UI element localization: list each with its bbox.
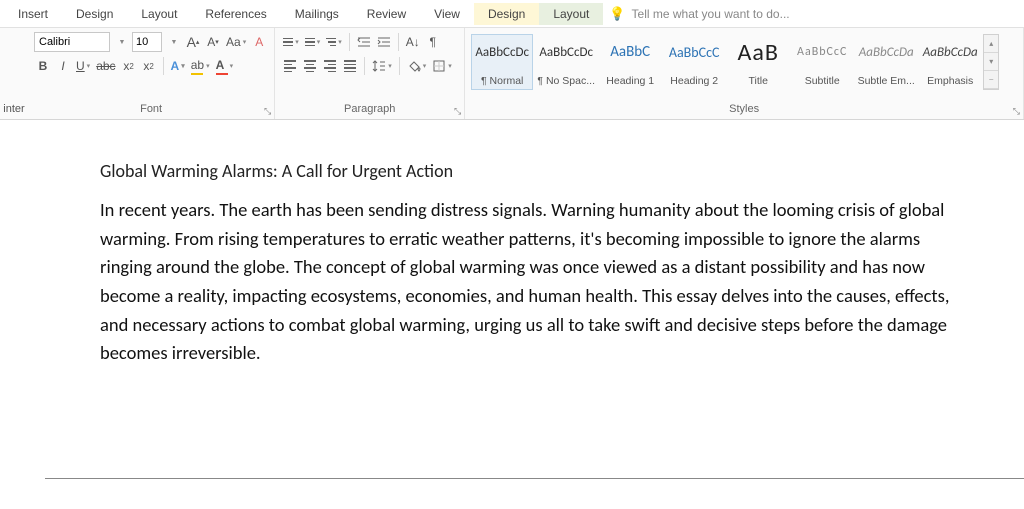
sort-button[interactable]: A↓: [404, 32, 422, 52]
menu-mailings[interactable]: Mailings: [281, 3, 353, 25]
font-group-label: Font: [34, 103, 268, 117]
style-sample: AaBbCcDc: [539, 37, 593, 67]
font-group: ▼ ▼ A▴ A▾ Aa▾ A B I U▾ abc x2 x2 A▾ ab▾ …: [28, 28, 275, 119]
style-box-0[interactable]: AaBbCcDc ¶ Normal: [471, 34, 533, 90]
menu-review[interactable]: Review: [353, 3, 420, 25]
strikethrough-button[interactable]: abc: [94, 56, 117, 76]
shading-button[interactable]: ▾: [405, 56, 429, 76]
tell-me-search[interactable]: 💡 Tell me what you want to do...: [609, 6, 789, 22]
highlight-button[interactable]: ab▾: [189, 56, 212, 76]
show-marks-button[interactable]: ¶: [424, 32, 442, 52]
superscript-button[interactable]: x2: [140, 56, 158, 76]
justify-button[interactable]: [341, 56, 359, 76]
line-spacing-icon: [372, 59, 386, 73]
menu-insert[interactable]: Insert: [4, 3, 62, 25]
clear-formatting-button[interactable]: A: [250, 32, 268, 52]
format-painter-label: inter: [0, 28, 28, 119]
increase-indent-button[interactable]: [375, 32, 393, 52]
document-page[interactable]: Global Warming Alarms: A Call for Urgent…: [55, 140, 1004, 388]
document-title: Global Warming Alarms: A Call for Urgent…: [100, 160, 959, 182]
styles-expand[interactable]: ⎯: [984, 71, 998, 89]
borders-icon: [432, 59, 446, 73]
multilevel-button[interactable]: ▾: [324, 32, 344, 52]
justify-icon: [344, 60, 356, 72]
style-name: Heading 1: [606, 75, 654, 87]
style-name: ¶ Normal: [481, 75, 523, 87]
style-box-1[interactable]: AaBbCcDc ¶ No Spac...: [535, 34, 597, 90]
font-size-dropdown[interactable]: ▼: [164, 32, 182, 52]
document-body: In recent years. The earth has been send…: [100, 196, 959, 368]
font-dialog-launcher[interactable]: ⤡: [264, 106, 271, 117]
paragraph-dialog-launcher[interactable]: ⤡: [454, 106, 461, 117]
menu-layout-addin[interactable]: Layout: [539, 3, 603, 25]
menu-bar: Insert Design Layout References Mailings…: [0, 0, 1024, 28]
style-sample: AaBbCcDc: [475, 37, 529, 67]
style-name: Subtitle: [805, 75, 840, 87]
ribbon: inter ▼ ▼ A▴ A▾ Aa▾ A B I U▾ abc x2 x2 A…: [0, 28, 1024, 120]
style-box-6[interactable]: AaBbCcDa Subtle Em...: [855, 34, 917, 90]
underline-button[interactable]: U▾: [74, 56, 92, 76]
align-center-icon: [304, 60, 316, 72]
style-box-2[interactable]: AaBbC Heading 1: [599, 34, 661, 90]
paragraph-group-label: Paragraph: [281, 103, 458, 117]
lightbulb-icon: 💡: [609, 6, 625, 22]
align-center-button[interactable]: [301, 56, 319, 76]
styles-group: AaBbCcDc¶ NormalAaBbCcDc¶ No Spac...AaBb…: [465, 28, 1024, 119]
styles-scroll: ▴▾⎯: [983, 34, 999, 90]
numbering-icon: [305, 38, 315, 47]
align-left-icon: [284, 60, 296, 72]
styles-scroll-down[interactable]: ▾: [984, 53, 998, 71]
style-box-7[interactable]: AaBbCcDa Emphasis: [919, 34, 981, 90]
indent-icon: [377, 35, 391, 49]
font-color-button[interactable]: A▾: [214, 56, 236, 76]
menu-design[interactable]: Design: [62, 3, 127, 25]
text-effects-button[interactable]: A▾: [169, 56, 187, 76]
paint-bucket-icon: [407, 59, 421, 73]
numbering-button[interactable]: ▾: [303, 32, 323, 52]
bullets-button[interactable]: ▾: [281, 32, 301, 52]
style-box-5[interactable]: AaBbCcC Subtitle: [791, 34, 853, 90]
bullets-icon: [283, 38, 293, 47]
menu-design-addin[interactable]: Design: [474, 3, 539, 25]
menu-layout[interactable]: Layout: [127, 3, 191, 25]
style-sample: AaBbCcDa: [859, 37, 914, 67]
align-left-button[interactable]: [281, 56, 299, 76]
align-right-icon: [324, 60, 336, 72]
multilevel-icon: [326, 38, 336, 47]
bold-button[interactable]: B: [34, 56, 52, 76]
style-sample: AaBbCcC: [669, 37, 720, 67]
page-break-line: [45, 478, 1024, 479]
borders-button[interactable]: ▾: [430, 56, 454, 76]
style-name: Title: [748, 75, 767, 87]
grow-font-button[interactable]: A▴: [184, 32, 202, 52]
style-sample: AaBbCcC: [797, 37, 847, 67]
line-spacing-button[interactable]: ▾: [370, 56, 394, 76]
font-size-input[interactable]: [132, 32, 162, 52]
italic-button[interactable]: I: [54, 56, 72, 76]
styles-group-label: Styles: [471, 103, 1017, 117]
align-right-button[interactable]: [321, 56, 339, 76]
style-name: Subtle Em...: [858, 75, 915, 87]
font-name-input[interactable]: [34, 32, 110, 52]
style-sample: AaBbCcDa: [923, 37, 978, 67]
style-box-4[interactable]: AaB Title: [727, 34, 789, 90]
tell-me-text: Tell me what you want to do...: [632, 7, 790, 21]
styles-scroll-up[interactable]: ▴: [984, 35, 998, 53]
font-name-dropdown[interactable]: ▼: [112, 32, 130, 52]
style-sample: AaBbC: [610, 37, 650, 67]
menu-references[interactable]: References: [191, 3, 280, 25]
subscript-button[interactable]: x2: [120, 56, 138, 76]
style-name: ¶ No Spac...: [537, 75, 595, 87]
decrease-indent-button[interactable]: [355, 32, 373, 52]
paragraph-group: ▾ ▾ ▾ A↓ ¶: [275, 28, 465, 119]
shrink-font-button[interactable]: A▾: [204, 32, 222, 52]
style-name: Emphasis: [927, 75, 973, 87]
style-name: Heading 2: [670, 75, 718, 87]
styles-dialog-launcher[interactable]: ⤡: [1013, 106, 1020, 117]
menu-view[interactable]: View: [420, 3, 474, 25]
style-box-3[interactable]: AaBbCcC Heading 2: [663, 34, 725, 90]
change-case-button[interactable]: Aa▾: [224, 32, 248, 52]
style-sample: AaB: [737, 37, 778, 67]
outdent-icon: [357, 35, 371, 49]
